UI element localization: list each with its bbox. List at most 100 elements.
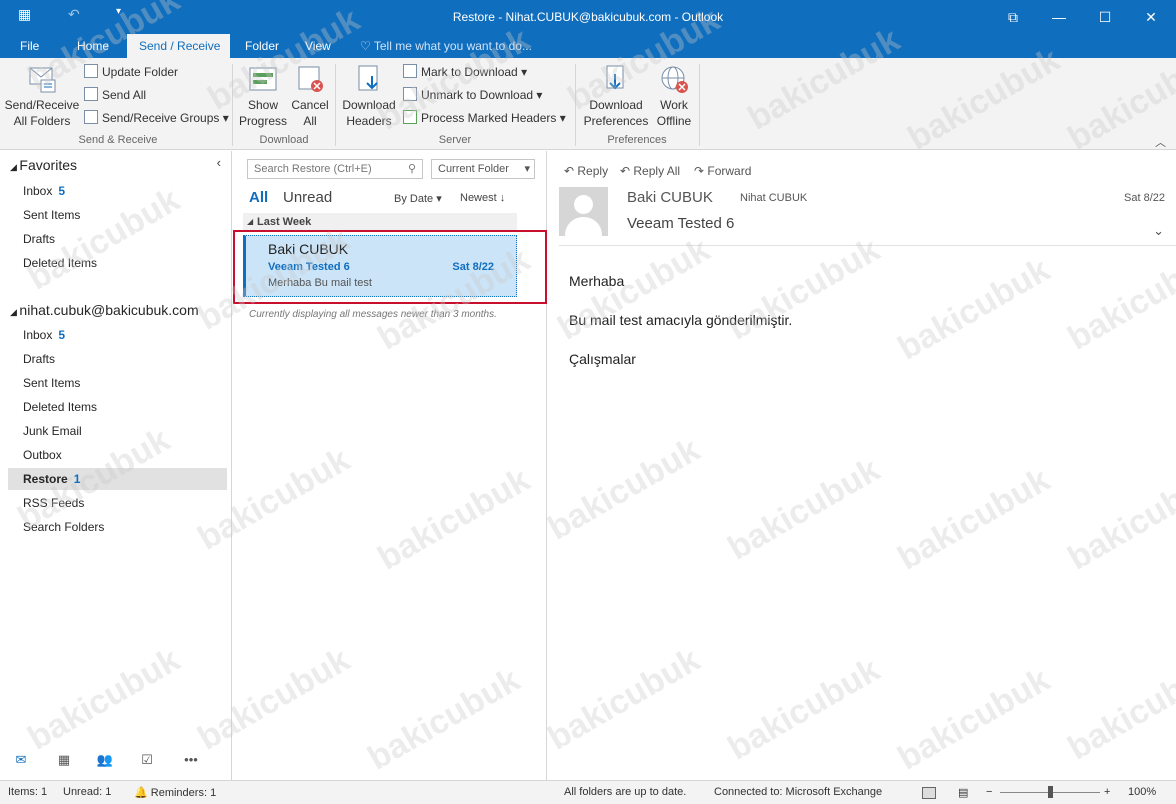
filter-bar: All Unread By Date ▾ Newest ↓ — [249, 189, 539, 211]
zoom-in-icon[interactable]: + — [1104, 786, 1110, 798]
send-all-button[interactable]: Send All — [84, 85, 146, 105]
download-headers-label: Download Headers — [342, 98, 396, 128]
message-list: Search Restore (Ctrl+E) ⚲ Current Folder ▾… — [233, 151, 547, 780]
search-icon: ⚲ — [407, 163, 416, 175]
filter-all[interactable]: All — [249, 189, 268, 206]
dropdown-icon: ▾ — [536, 88, 543, 102]
reading-sender[interactable]: Baki CUBUK — [627, 189, 713, 206]
cancel-all-button[interactable]: Cancel All — [290, 64, 330, 129]
tab-home[interactable]: Home — [69, 34, 117, 58]
sidebar-item-sent-items[interactable]: Sent Items — [8, 372, 227, 394]
sidebar-item-deleted-items[interactable]: Deleted Items — [8, 396, 227, 418]
reading-date: Sat 8/22 — [1124, 192, 1165, 204]
show-progress-button[interactable]: Show Progress — [238, 64, 288, 129]
send-receive-groups-button[interactable]: Send/Receive Groups ▾ — [84, 108, 229, 128]
body-line: Merhaba — [569, 273, 625, 289]
search-scope-dropdown[interactable]: Current Folder ▾ — [431, 159, 535, 179]
sidebar-item-drafts[interactable]: Drafts — [8, 348, 227, 370]
zoom-level[interactable]: 100% — [1128, 786, 1156, 798]
account-header[interactable]: ◢ nihat.cubuk@bakicubuk.com — [10, 302, 199, 318]
mark-to-download-button[interactable]: Mark to Download ▾ — [403, 62, 527, 82]
favorites-header[interactable]: ◢ Favorites — [10, 157, 77, 173]
sort-by-date[interactable]: By Date ▾ — [394, 192, 442, 205]
globe-offline-icon — [661, 66, 688, 93]
reply-button[interactable]: ↶ Reply — [564, 164, 608, 178]
mail-icon[interactable]: ✉ — [12, 752, 30, 768]
sidebar-item-outbox[interactable]: Outbox — [8, 444, 227, 466]
work-offline-label: Work Offline — [656, 98, 692, 128]
mark-to-download-label: Mark to Download — [421, 65, 518, 79]
reading-subject: Veeam Tested 6 — [627, 215, 735, 232]
group-label-send-receive: Send & Receive — [78, 134, 158, 146]
download-headers-icon — [358, 65, 378, 91]
sidebar-item-inbox[interactable]: Inbox 5 — [8, 324, 227, 346]
tasks-icon[interactable]: ☑ — [138, 752, 156, 768]
folder-label: Restore — [23, 472, 68, 486]
folder-label: Drafts — [23, 352, 56, 366]
zoom-out-icon[interactable]: − — [986, 786, 992, 798]
work-offline-button[interactable]: Work Offline — [652, 64, 696, 129]
minimize-pane-icon[interactable]: ‹ — [217, 155, 221, 170]
body-line: Çalışmalar — [569, 351, 636, 367]
group-label-download: Download — [259, 134, 309, 146]
folder-label: Deleted Items — [23, 400, 98, 414]
close-icon[interactable]: ✕ — [1128, 4, 1174, 30]
zoom-slider-handle[interactable] — [1048, 786, 1053, 798]
collapse-ribbon-icon[interactable]: ︿ — [1155, 134, 1166, 150]
favorites-item-sent-items[interactable]: Sent Items — [8, 204, 227, 226]
search-input[interactable]: Search Restore (Ctrl+E) ⚲ — [247, 159, 423, 179]
sort-order[interactable]: Newest ↓ — [460, 192, 505, 204]
tab-send-receive[interactable]: Send / Receive — [127, 34, 230, 58]
process-marked-headers-button[interactable]: Process Marked Headers ▾ — [403, 108, 566, 128]
more-icon[interactable]: ••• — [180, 752, 202, 768]
folder-label: Outbox — [23, 448, 62, 462]
favorites-item-drafts[interactable]: Drafts — [8, 228, 227, 250]
status-unread: Unread: 1 — [63, 786, 112, 798]
tell-me-box[interactable]: ♡ Tell me what you want to do... — [360, 34, 532, 58]
group-label-server: Server — [438, 134, 472, 146]
send-receive-all-button[interactable]: Send/Receive All Folders — [4, 64, 80, 129]
sidebar-item-restore[interactable]: Restore 1 — [8, 468, 227, 490]
status-reminders[interactable]: 🔔 Reminders: 1 — [134, 786, 216, 799]
calendar-icon[interactable]: ▦ — [55, 752, 73, 768]
download-headers-button[interactable]: Download Headers — [340, 64, 398, 129]
cancel-all-label: Cancel All — [291, 98, 329, 128]
ribbon-tabs: File Home Send / Receive Folder View ♡ T… — [0, 34, 1176, 58]
filter-unread[interactable]: Unread — [283, 189, 332, 206]
minimize-icon[interactable]: — — [1036, 4, 1082, 30]
status-sync: All folders are up to date. — [564, 786, 687, 798]
unread-count: 5 — [58, 184, 66, 198]
people-icon[interactable]: 👥 — [96, 752, 114, 768]
progress-icon — [249, 67, 277, 91]
send-all-icon — [84, 87, 98, 101]
header-divider — [559, 245, 1176, 246]
normal-view-icon[interactable] — [922, 787, 936, 799]
folder-label: Sent Items — [23, 208, 81, 222]
unmark-to-download-button[interactable]: Unmark to Download ▾ — [403, 85, 542, 105]
chevron-down-icon[interactable]: ⌄ — [1153, 223, 1164, 239]
reading-view-icon[interactable]: ▤ — [958, 786, 968, 799]
group-header[interactable]: ◢ Last Week — [243, 213, 517, 231]
maximize-icon[interactable]: ☐ — [1082, 4, 1128, 30]
reading-pane: ↶ Reply ↶ Reply All ↷ Forward Baki CUBUK… — [548, 151, 1176, 780]
reading-recipient[interactable]: Nihat CUBUK — [740, 192, 807, 204]
sidebar-item-rss-feeds[interactable]: RSS Feeds — [8, 492, 227, 514]
message-item[interactable]: Baki CUBUK Veeam Tested 6 Sat 8/22 Merha… — [243, 235, 517, 297]
process-marked-label: Process Marked Headers — [421, 111, 557, 125]
favorites-item-inbox[interactable]: Inbox 5 — [8, 180, 227, 202]
ribbon-display-icon[interactable]: ⧉ — [990, 4, 1036, 30]
tab-file[interactable]: File — [12, 34, 47, 58]
send-receive-groups-label: Send/Receive Groups — [102, 111, 220, 125]
folder-label: Deleted Items — [23, 256, 98, 270]
sidebar-item-junk-email[interactable]: Junk Email — [8, 420, 227, 442]
favorites-item-deleted-items[interactable]: Deleted Items — [8, 252, 227, 274]
update-folder-button[interactable]: Update Folder — [84, 62, 178, 82]
reply-all-button[interactable]: ↶ Reply All — [620, 164, 680, 178]
send-receive-all-label: Send/Receive All Folders — [4, 98, 80, 128]
folder-label: Sent Items — [23, 376, 81, 390]
sidebar-item-search-folders[interactable]: Search Folders — [8, 516, 227, 538]
tab-folder[interactable]: Folder — [237, 34, 287, 58]
tab-view[interactable]: View — [297, 34, 339, 58]
download-preferences-button[interactable]: Download Preferences — [580, 64, 652, 129]
forward-button[interactable]: ↷ Forward — [694, 164, 751, 178]
